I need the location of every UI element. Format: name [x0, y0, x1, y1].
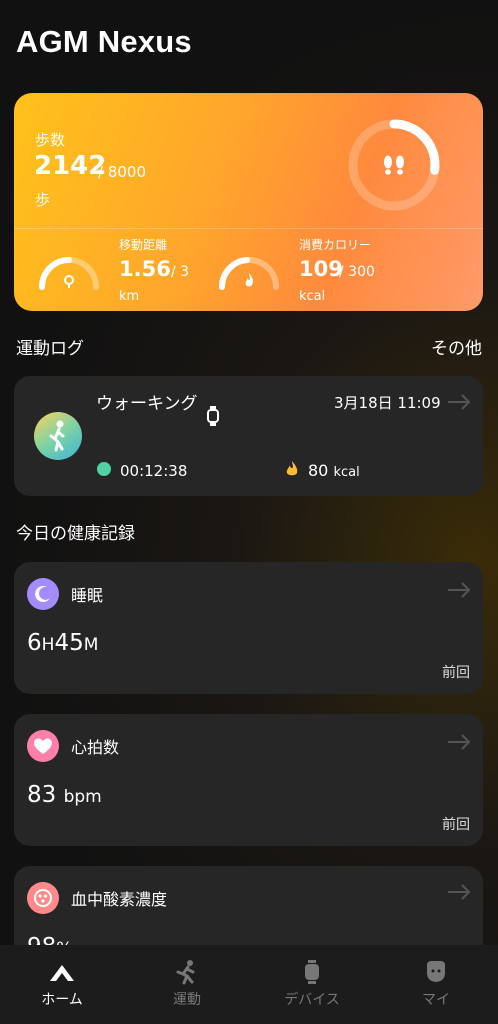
moon-icon — [27, 578, 59, 610]
distance-gauge — [39, 257, 99, 290]
sleep-hours: 6 — [27, 630, 42, 656]
watch-icon — [305, 960, 319, 984]
activity-calories: 80 kcal — [308, 461, 360, 480]
nav-home-label: ホーム — [41, 992, 83, 1008]
blood-oxygen-icon — [27, 882, 59, 914]
home-logo-icon — [50, 965, 74, 981]
sleep-value: 6H45M — [27, 630, 98, 656]
distance-label: 移動距離 — [119, 238, 168, 252]
profile-icon — [427, 961, 445, 982]
nav-home[interactable]: ホーム — [17, 959, 107, 1009]
activity-calories-unit: kcal — [333, 465, 360, 480]
distance-unit: km — [119, 289, 140, 304]
bottom-navigation: ホーム 運動 デバイス マイ — [0, 945, 498, 1024]
walking-icon — [34, 412, 82, 460]
steps-progress-ring — [348, 119, 440, 211]
calories-unit: kcal — [299, 289, 326, 304]
sleep-card[interactable]: 睡眠 6H45M 前回 — [14, 562, 483, 694]
exercise-log-card[interactable]: ウォーキング 3月18日 11:09 00:12:38 80 kcal — [14, 376, 483, 496]
calories-value: 109 — [299, 257, 343, 281]
activity-calories-value: 80 — [308, 461, 329, 480]
app-title: AGM Nexus — [16, 24, 192, 59]
flame-icon — [245, 273, 253, 287]
activity-summary-card[interactable]: 歩数 2142 / 8000 歩 移動距離 1.56 / 3 km 消費カロリー… — [14, 93, 483, 311]
sleep-title: 睡眠 — [71, 586, 104, 605]
nav-mine[interactable]: マイ — [391, 959, 481, 1009]
watch-icon — [207, 406, 219, 426]
nav-exercise-label: 運動 — [173, 992, 201, 1008]
footprints-icon — [384, 155, 404, 175]
arrow-right-icon[interactable] — [447, 734, 471, 750]
nav-device-label: デバイス — [284, 992, 340, 1008]
running-icon — [176, 960, 195, 985]
heart-previous-label: 前回 — [442, 817, 470, 833]
arrow-right-icon[interactable] — [447, 884, 471, 900]
distance-goal: / 3 — [171, 264, 190, 280]
activity-name: ウォーキング — [96, 394, 198, 414]
exercise-log-title: 運動ログ — [16, 339, 84, 359]
distance-value: 1.56 — [119, 257, 171, 281]
steps-value: 2142 — [34, 151, 107, 181]
sleep-minutes: 45 — [54, 630, 84, 656]
more-link[interactable]: その他 — [431, 334, 482, 359]
arrow-right-icon[interactable] — [447, 582, 471, 598]
steps-goal: / 8000 — [98, 163, 146, 181]
sleep-hours-unit: H — [41, 635, 55, 655]
nav-device[interactable]: デバイス — [267, 959, 357, 1009]
heart-rate-title: 心拍数 — [71, 738, 120, 757]
heart-rate-number: 83 — [27, 782, 57, 808]
nav-exercise[interactable]: 運動 — [142, 959, 232, 1009]
sleep-minutes-unit: M — [83, 635, 99, 655]
steps-label: 歩数 — [35, 131, 66, 149]
blood-oxygen-title: 血中酸素濃度 — [71, 890, 168, 909]
nav-mine-label: マイ — [422, 992, 450, 1008]
flame-icon — [286, 461, 298, 476]
activity-duration: 00:12:38 — [120, 462, 188, 480]
heart-rate-unit: bpm — [63, 787, 102, 807]
heart-rate-value: 83 bpm — [27, 782, 102, 808]
activity-date: 3月18日 11:09 — [334, 394, 441, 412]
calories-label: 消費カロリー — [299, 238, 372, 252]
calories-goal: / 300 — [339, 264, 375, 280]
location-pin-icon — [64, 275, 74, 288]
heart-rate-card[interactable]: 心拍数 83 bpm 前回 — [14, 714, 483, 846]
card-divider — [14, 228, 483, 229]
arrow-right-icon[interactable] — [447, 394, 471, 410]
calories-gauge — [218, 257, 279, 290]
sleep-previous-label: 前回 — [442, 665, 470, 681]
steps-unit: 歩 — [35, 191, 51, 209]
heart-icon — [27, 730, 59, 762]
clock-icon — [97, 462, 111, 476]
health-records-title: 今日の健康記録 — [16, 524, 135, 544]
